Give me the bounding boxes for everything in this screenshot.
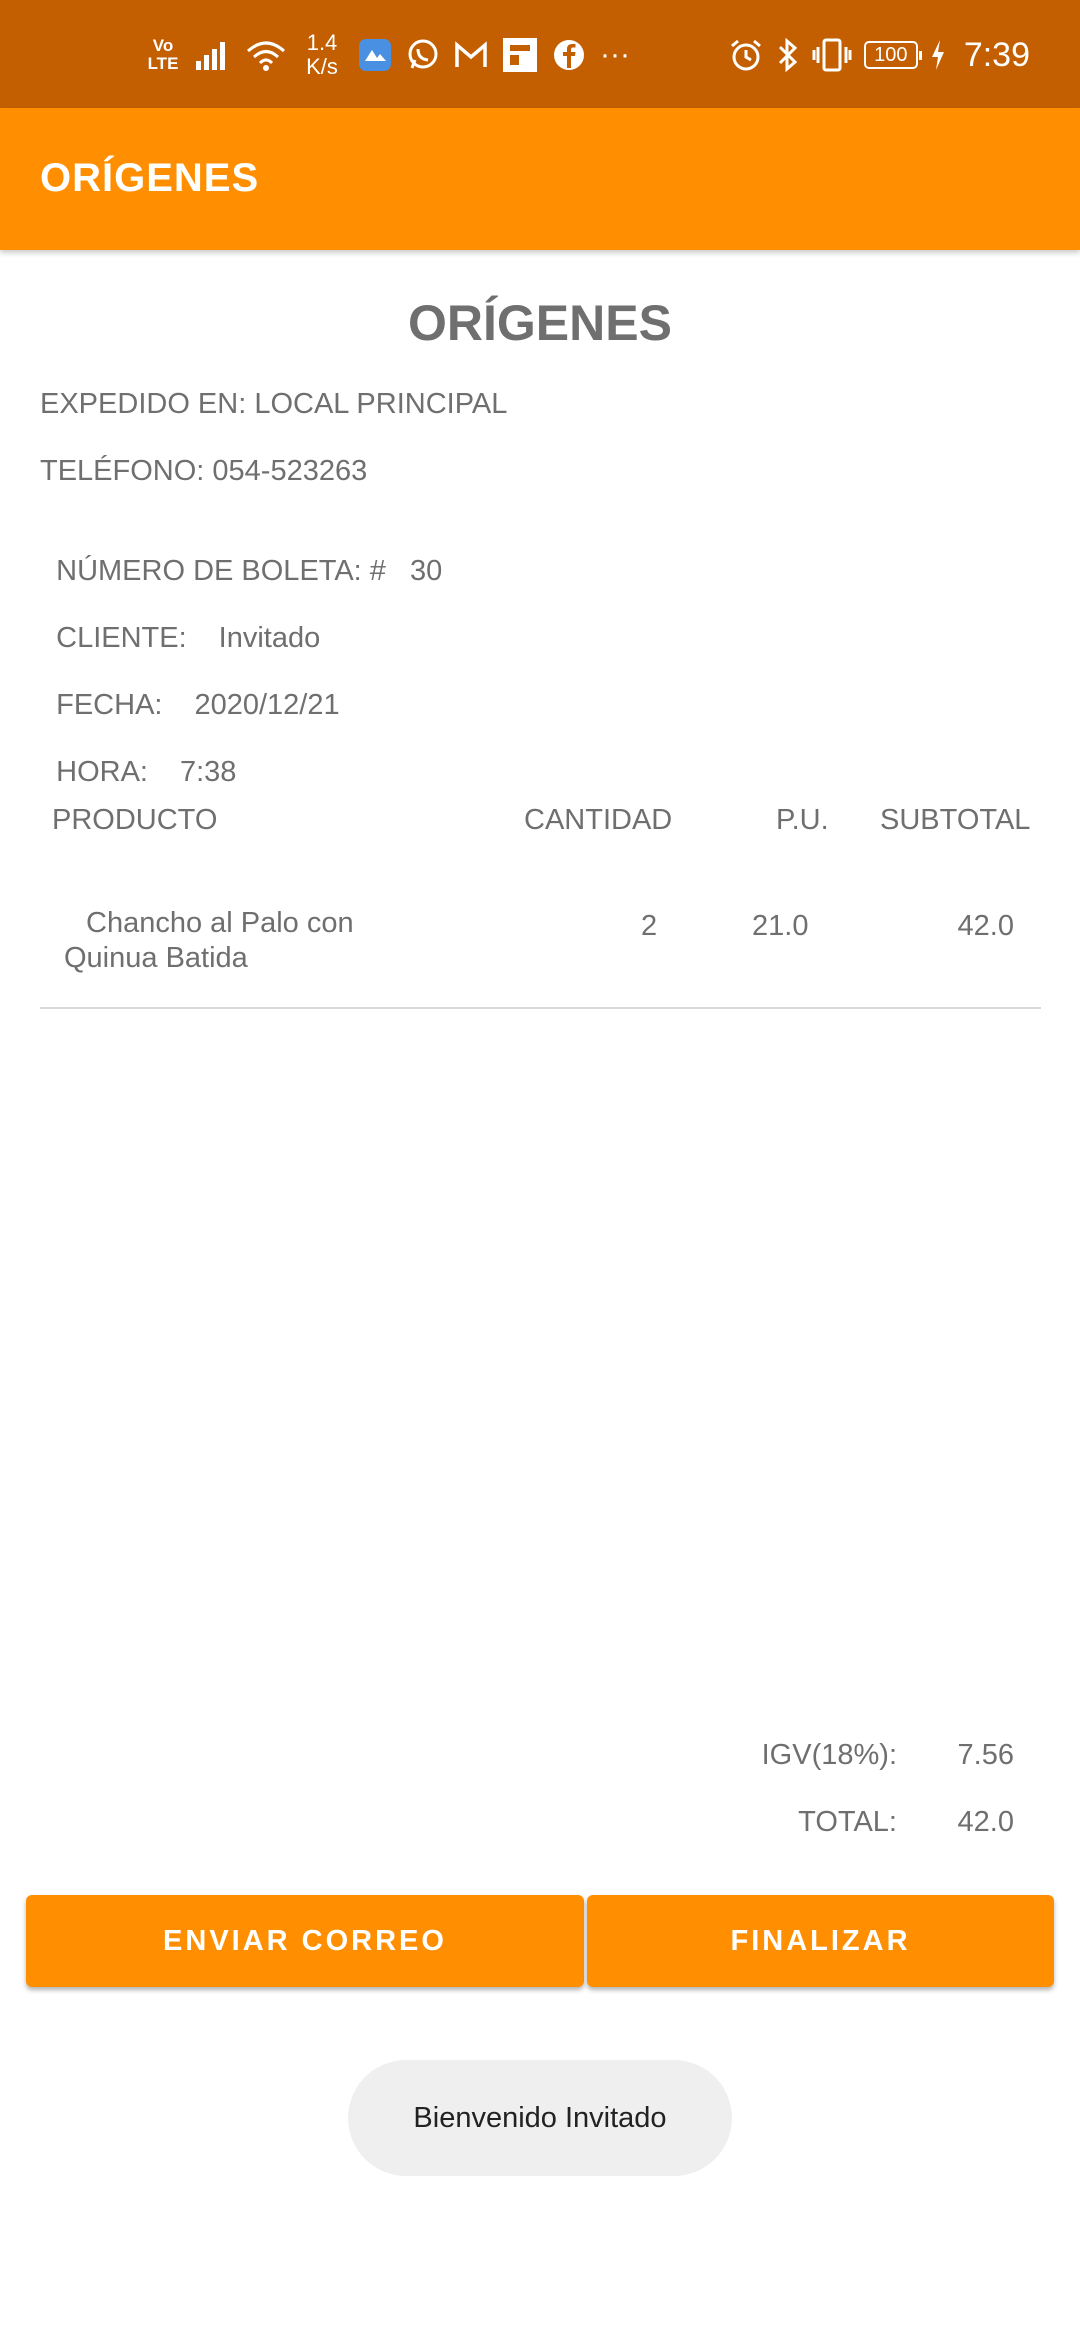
time-value: 7:38 — [179, 756, 237, 788]
alarm-icon — [728, 37, 764, 73]
volte-top-text: Vo — [152, 36, 174, 55]
gmail-icon — [454, 40, 488, 70]
date-label: FECHA: — [56, 689, 163, 721]
table-divider — [40, 1007, 1041, 1009]
phone-line: TELÉFONO: 054-523263 — [40, 455, 368, 487]
row-subtotal: 42.0 — [957, 910, 1014, 942]
total-value: 42.0 — [957, 1806, 1014, 1838]
row-product: Chancho al Palo con Quinua Batida — [64, 907, 354, 974]
status-bar-left: Vo LTE 1.4 K/s ··· — [146, 30, 630, 80]
whatsapp-icon — [406, 38, 440, 72]
app-bar-title: ORÍGENES — [40, 156, 260, 200]
send-email-button[interactable]: ENVIAR CORREO — [26, 1895, 584, 1987]
cloud-app-icon — [358, 38, 392, 72]
receipt-number-label: NÚMERO DE BOLETA: # — [56, 555, 386, 587]
receipt-number-line: NÚMERO DE BOLETA: # 30 — [40, 522, 442, 588]
google-news-icon — [502, 37, 538, 73]
facebook-icon — [552, 38, 586, 72]
header-product: PRODUCTO — [52, 804, 218, 836]
date-line: FECHA: 2020/12/21 — [40, 656, 340, 722]
status-bar: Vo LTE 1.4 K/s ··· 100 7:39 — [0, 0, 1080, 108]
battery-icon: 100 — [863, 41, 922, 69]
total-label: TOTAL: — [798, 1806, 897, 1838]
signal-icon — [194, 39, 232, 71]
issued-at-line: EXPEDIDO EN: LOCAL PRINCIPAL — [40, 388, 508, 420]
charging-icon — [930, 39, 946, 71]
finish-button[interactable]: FINALIZAR — [587, 1895, 1054, 1987]
status-bar-right: 100 7:39 — [728, 30, 1030, 80]
network-speed: 1.4 K/s — [300, 31, 344, 79]
row-unit-price: 21.0 — [752, 910, 809, 942]
time-label: HORA: — [56, 756, 148, 788]
client-line: CLIENTE: Invitado — [40, 589, 320, 655]
wifi-icon — [246, 39, 286, 71]
net-speed-unit: K/s — [306, 54, 338, 79]
welcome-toast: Bienvenido Invitado — [348, 2060, 732, 2176]
receipt-number-value: 30 — [409, 555, 443, 587]
volte-indicator: Vo LTE — [146, 37, 180, 73]
more-notifications-icon: ··· — [600, 38, 630, 71]
status-time: 7:39 — [963, 35, 1030, 74]
row-quantity: 2 — [641, 910, 658, 942]
vibrate-icon — [812, 37, 852, 73]
header-quantity: CANTIDAD — [524, 804, 673, 836]
header-unit-price: P.U. — [776, 804, 829, 836]
igv-value: 7.56 — [957, 1739, 1014, 1771]
bluetooth-icon — [776, 37, 800, 73]
igv-label: IGV(18%): — [761, 1739, 897, 1771]
client-value: Invitado — [218, 622, 321, 654]
receipt-title: ORÍGENES — [408, 295, 672, 351]
header-subtotal: SUBTOTAL — [880, 804, 1031, 836]
volte-bottom-text: LTE — [147, 54, 179, 73]
app-bar: ORÍGENES — [0, 108, 1080, 250]
time-line: HORA: 7:38 — [40, 723, 236, 789]
client-label: CLIENTE: — [56, 622, 187, 654]
net-speed-value: 1.4 — [306, 30, 338, 55]
date-value: 2020/12/21 — [194, 689, 340, 721]
